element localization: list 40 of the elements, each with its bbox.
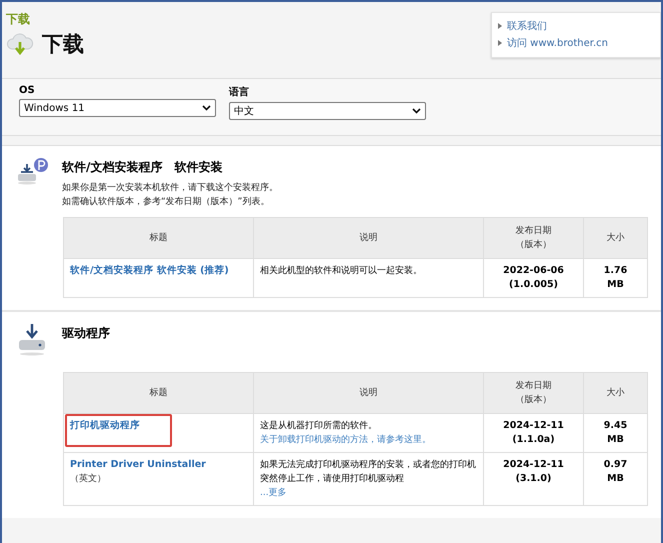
section-intro: 如需确认软件版本，参考“发布日期（版本）”列表。 [62, 196, 270, 209]
column-header: 说明 [360, 386, 378, 400]
release-date: 2024-12-11 (3.1.0) [503, 459, 564, 484]
breadcrumb[interactable]: 下载 [6, 11, 30, 28]
description: 这是从机器打印所需的软件。 关于卸载打印机驱动的方法，请参考这里。 [260, 421, 431, 445]
filter-label: OS [19, 85, 36, 96]
link[interactable]: 访问 www.brother.cn [507, 36, 608, 50]
column-header: 发布日期（版本） [514, 224, 552, 252]
filter-label: 语言 [229, 85, 250, 99]
file-size: 9.45 MB [604, 420, 628, 445]
title-note: （英文） [70, 472, 107, 486]
installer-icon [16, 156, 50, 186]
section-title: 软件/文档安装程序 软件安装 [62, 159, 224, 176]
link[interactable]: 联系我们 [507, 19, 547, 33]
section-title: 驱动程序 [62, 325, 110, 342]
bullet-icon [498, 40, 502, 46]
file-size: 1.76 MB [604, 265, 628, 290]
column-header: 大小 [606, 386, 624, 400]
column-header: 标题 [150, 386, 168, 400]
chevron-icon [202, 105, 211, 111]
page-title: 下载 [42, 31, 84, 58]
cloud-download-icon [6, 31, 34, 57]
download-link[interactable]: Printer Driver Uninstaller [70, 458, 206, 472]
bullet-icon [498, 23, 502, 29]
dropdown[interactable]: 中文 [229, 102, 426, 120]
chevron-icon [412, 108, 421, 114]
section-intro: 如果你是第一次安装本机软件，请下载这个安装程序。 [62, 182, 278, 195]
release-date: 2024-12-11 (1.1.0a) [503, 420, 564, 445]
help-link[interactable]: 关于卸载打印机驱动的方法，请参考这里。 [260, 433, 431, 447]
file-size: 0.97 MB [604, 459, 628, 484]
description: 如果无法完成打印机驱动程序的安装，或者您的打印机突然停止工作，请使用打印机驱动程 ...更多 [260, 460, 476, 498]
column-header: 说明 [360, 232, 378, 245]
dropdown[interactable]: Windows 11 [19, 99, 216, 117]
download-link[interactable]: 打印机驱动程序 [70, 419, 140, 433]
release-date: 2022-06-06 (1.0.005) [503, 265, 564, 290]
column-header: 大小 [606, 232, 624, 245]
description: 相关此机型的软件和说明可以一起安装。 [260, 266, 422, 276]
column-header: 发布日期（版本） [514, 380, 552, 407]
more-link[interactable]: ...更多 [260, 488, 287, 498]
column-header: 标题 [150, 232, 168, 245]
